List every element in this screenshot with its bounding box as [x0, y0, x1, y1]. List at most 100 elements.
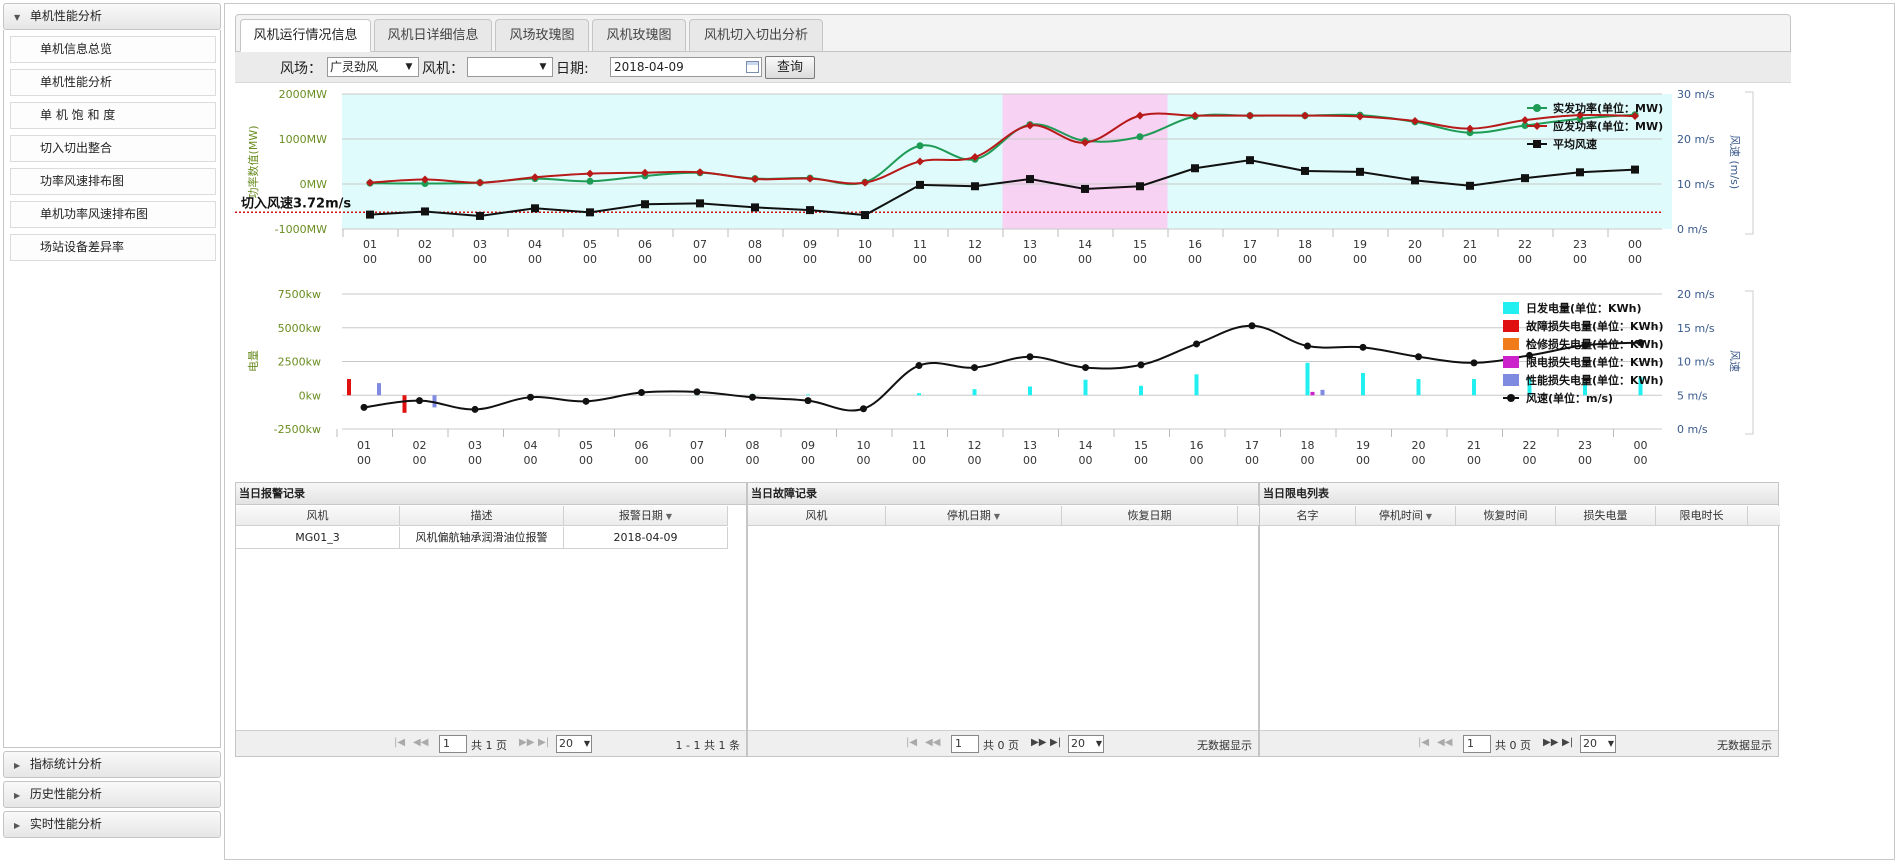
column-header-stop-date[interactable]: 停机日期 ▼: [886, 506, 1062, 525]
data-point: [1304, 342, 1311, 350]
data-point: [1082, 364, 1089, 372]
x-tick-label: 00: [638, 253, 652, 266]
farm-select[interactable]: 广灵劲风 ▼: [327, 57, 419, 77]
x-tick-label: 00: [363, 253, 377, 266]
x-tick-label: 15: [1134, 439, 1148, 452]
first-page-icon[interactable]: |◀: [906, 737, 917, 748]
tab-farm-rose[interactable]: 风场玫瑰图: [495, 19, 589, 52]
column-header-alarm-date[interactable]: 报警日期 ▼: [564, 506, 728, 525]
y2-tick-label: 15 m/s: [1677, 322, 1715, 335]
column-header-recover-date[interactable]: 恢复日期: [1062, 506, 1238, 525]
prev-page-icon[interactable]: ◀◀: [925, 737, 940, 748]
column-header-turbine[interactable]: 风机: [748, 506, 886, 525]
last-page-icon[interactable]: ▶|: [1050, 737, 1061, 748]
query-button[interactable]: 查询: [765, 56, 815, 79]
first-page-icon[interactable]: |◀: [1418, 737, 1429, 748]
x-tick-label: 23: [1578, 439, 1592, 452]
page-size-select[interactable]: 20 ▼: [1580, 735, 1616, 753]
prev-page-icon[interactable]: ◀◀: [413, 737, 428, 748]
tab-daily-detail[interactable]: 风机日详细信息: [374, 19, 492, 52]
fault-grid-header: 风机 停机日期 ▼ 恢复日期: [748, 506, 1260, 526]
bar: [1083, 379, 1088, 396]
calendar-icon[interactable]: [746, 61, 759, 73]
chevron-right-icon: ▶: [14, 821, 21, 830]
y-tick-label: 5000kw: [278, 322, 321, 335]
page-size-select[interactable]: 20 ▼: [556, 735, 592, 753]
alarm-date-label: 报警日期: [618, 509, 663, 522]
x-tick-label: 16: [1190, 439, 1204, 452]
x-tick-label: 04: [524, 439, 538, 452]
data-point: [916, 142, 924, 150]
alarm-panel-title: 当日报警记录: [236, 483, 746, 505]
accordion-header-realtime[interactable]: ▶ 实时性能分析: [3, 811, 221, 838]
prev-page-icon[interactable]: ◀◀: [1437, 737, 1452, 748]
column-header-limit-duration[interactable]: 限电时长: [1656, 506, 1748, 525]
page-size-select[interactable]: 20 ▼: [1068, 735, 1104, 753]
menu-item-station-diff[interactable]: 场站设备差异率: [10, 234, 216, 261]
column-header-turbine[interactable]: 风机: [236, 506, 400, 525]
accordion-header-performance[interactable]: ▼ 单机性能分析: [3, 3, 221, 30]
menu-item-overview[interactable]: 单机信息总览: [10, 36, 216, 63]
data-point: [476, 211, 484, 220]
page-number-input[interactable]: 1: [439, 735, 467, 753]
x-tick-label: 21: [1463, 238, 1477, 251]
data-point: [806, 206, 814, 215]
accordion-header-history[interactable]: ▶ 历史性能分析: [3, 781, 221, 808]
next-page-icon[interactable]: ▶▶: [519, 737, 534, 748]
first-page-icon[interactable]: |◀: [394, 737, 405, 748]
x-tick-label: 02: [413, 439, 427, 452]
data-point: [360, 403, 368, 411]
alarm-pager: |◀ ◀◀ 1 共 1 页 ▶▶ ▶| 20 ▼ 1 - 1 共 1 条: [236, 730, 746, 756]
date-input[interactable]: 2018-04-09: [610, 57, 762, 77]
page-number-input[interactable]: 1: [951, 735, 979, 753]
menu-item-saturation[interactable]: 单 机 饱 和 度: [10, 102, 216, 129]
x-tick-label: 00: [1573, 253, 1587, 266]
menu-item-cutin-cutout[interactable]: 切入切出整合: [10, 135, 216, 162]
data-point: [1301, 166, 1309, 175]
tab-cutin-cutout[interactable]: 风机切入切出分析: [689, 19, 823, 52]
data-point: [416, 397, 423, 405]
data-point: [1081, 184, 1089, 193]
data-point: [586, 208, 594, 217]
bar: [1139, 385, 1143, 396]
menu-item-performance[interactable]: 单机性能分析: [10, 69, 216, 96]
column-header-stop-time[interactable]: 停机时间 ▼: [1356, 506, 1456, 525]
page-number-input[interactable]: 1: [1463, 735, 1491, 753]
menu-item-single-power-wind[interactable]: 单机功率风速排布图: [10, 201, 216, 228]
data-point: [471, 405, 479, 413]
column-header-description[interactable]: 描述: [400, 506, 564, 525]
chevron-down-icon: ▼: [405, 62, 413, 72]
x-tick-label: 00: [801, 454, 815, 467]
legend-swatch: [1503, 320, 1519, 332]
x-tick-label: 20: [1412, 439, 1426, 452]
x-tick-label: 13: [1023, 439, 1037, 452]
last-page-icon[interactable]: ▶|: [1562, 737, 1573, 748]
axis-bracket: [1745, 290, 1754, 435]
x-tick-label: 00: [858, 253, 872, 266]
x-tick-label: 00: [690, 454, 704, 467]
menu-item-power-wind[interactable]: 功率风速排布图: [10, 168, 216, 195]
accordion-header-stats[interactable]: ▶ 指标统计分析: [3, 751, 221, 778]
sidebar: ▼ 单机性能分析 单机信息总览 单机性能分析 单 机 饱 和 度 切入切出整合 …: [3, 3, 221, 858]
column-header-recover-time[interactable]: 恢复时间: [1456, 506, 1556, 525]
column-header-name[interactable]: 名字: [1260, 506, 1356, 525]
legend-marker: [1533, 140, 1541, 148]
x-tick-label: 02: [418, 238, 432, 251]
tab-turbine-rose[interactable]: 风机玫瑰图: [592, 19, 686, 52]
bar: [1194, 374, 1199, 396]
y-tick-label: 7500kw: [278, 288, 321, 301]
next-page-icon[interactable]: ▶▶: [1031, 737, 1046, 748]
last-page-icon[interactable]: ▶|: [538, 737, 549, 748]
accordion-header-label: 历史性能分析: [29, 787, 102, 801]
column-header-lost-energy[interactable]: 损失电量: [1556, 506, 1656, 525]
next-page-icon[interactable]: ▶▶: [1543, 737, 1558, 748]
table-row[interactable]: MG01_3 风机偏航轴承润滑油位报警 2018-04-09: [236, 527, 728, 549]
x-tick-label: 00: [746, 454, 760, 467]
bar: [1310, 391, 1315, 396]
turbine-select[interactable]: ▼: [467, 57, 553, 77]
tab-operation-info[interactable]: 风机运行情况信息: [240, 19, 371, 52]
total-pages: 共 1 页: [471, 739, 507, 752]
bar: [806, 394, 810, 396]
bar: [402, 395, 407, 413]
legend-label: 应发功率(单位：MW): [1553, 119, 1663, 133]
